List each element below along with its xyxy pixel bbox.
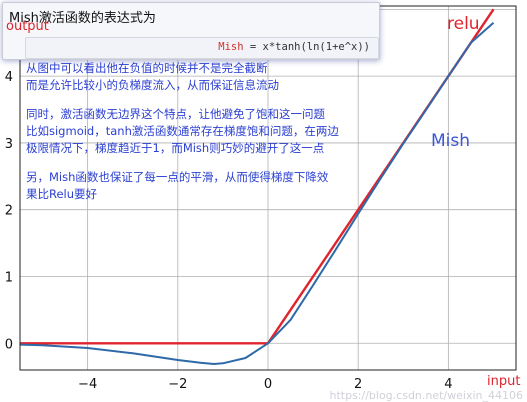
y-tick-label: 0: [5, 337, 13, 352]
explanation-notes: 从图中可以看出他在负值的时候并不是完全截断 而是允许比较小的负梯度流入，从而保证…: [26, 60, 366, 215]
x-tick-label: −4: [78, 377, 97, 392]
formula-code-expression: = x*tanh(ln(1+e^x)): [243, 41, 370, 53]
x-tick-label: 0: [264, 377, 272, 392]
y-axis-label: output: [6, 19, 49, 34]
y-tick-label: 2: [5, 204, 13, 219]
note-paragraph-1: 从图中可以看出他在负值的时候并不是完全截断 而是允许比较小的负梯度流入，从而保证…: [26, 61, 279, 92]
y-tick-label: 4: [5, 70, 13, 85]
y-tick-label: 1: [5, 270, 13, 285]
x-tick-label: −2: [168, 377, 187, 392]
note-paragraph-3: 另，Mish函数也保证了每一点的平滑，从而使得梯度下降效 果比Relu要好: [26, 170, 329, 201]
formula-code: Mish = x*tanh(ln(1+e^x)): [218, 41, 370, 53]
watermark: https://blog.csdn.net/weixin_44106: [329, 389, 523, 402]
series-label-relu: relu: [447, 14, 480, 34]
x-axis-label: input: [487, 374, 521, 389]
note-paragraph-2: 同时，激活函数无边界这个特点，让他避免了饱和这一问题 比如sigmoid，tan…: [26, 107, 339, 155]
formula-code-var: Mish: [218, 41, 244, 53]
series-label-mish: Mish: [431, 131, 471, 151]
formula-box: Mish激活函数的表达式为 Mish = x*tanh(ln(1+e^x)): [2, 2, 380, 60]
formula-code-block: Mish = x*tanh(ln(1+e^x)): [25, 37, 379, 59]
y-tick-label: 3: [5, 137, 13, 152]
